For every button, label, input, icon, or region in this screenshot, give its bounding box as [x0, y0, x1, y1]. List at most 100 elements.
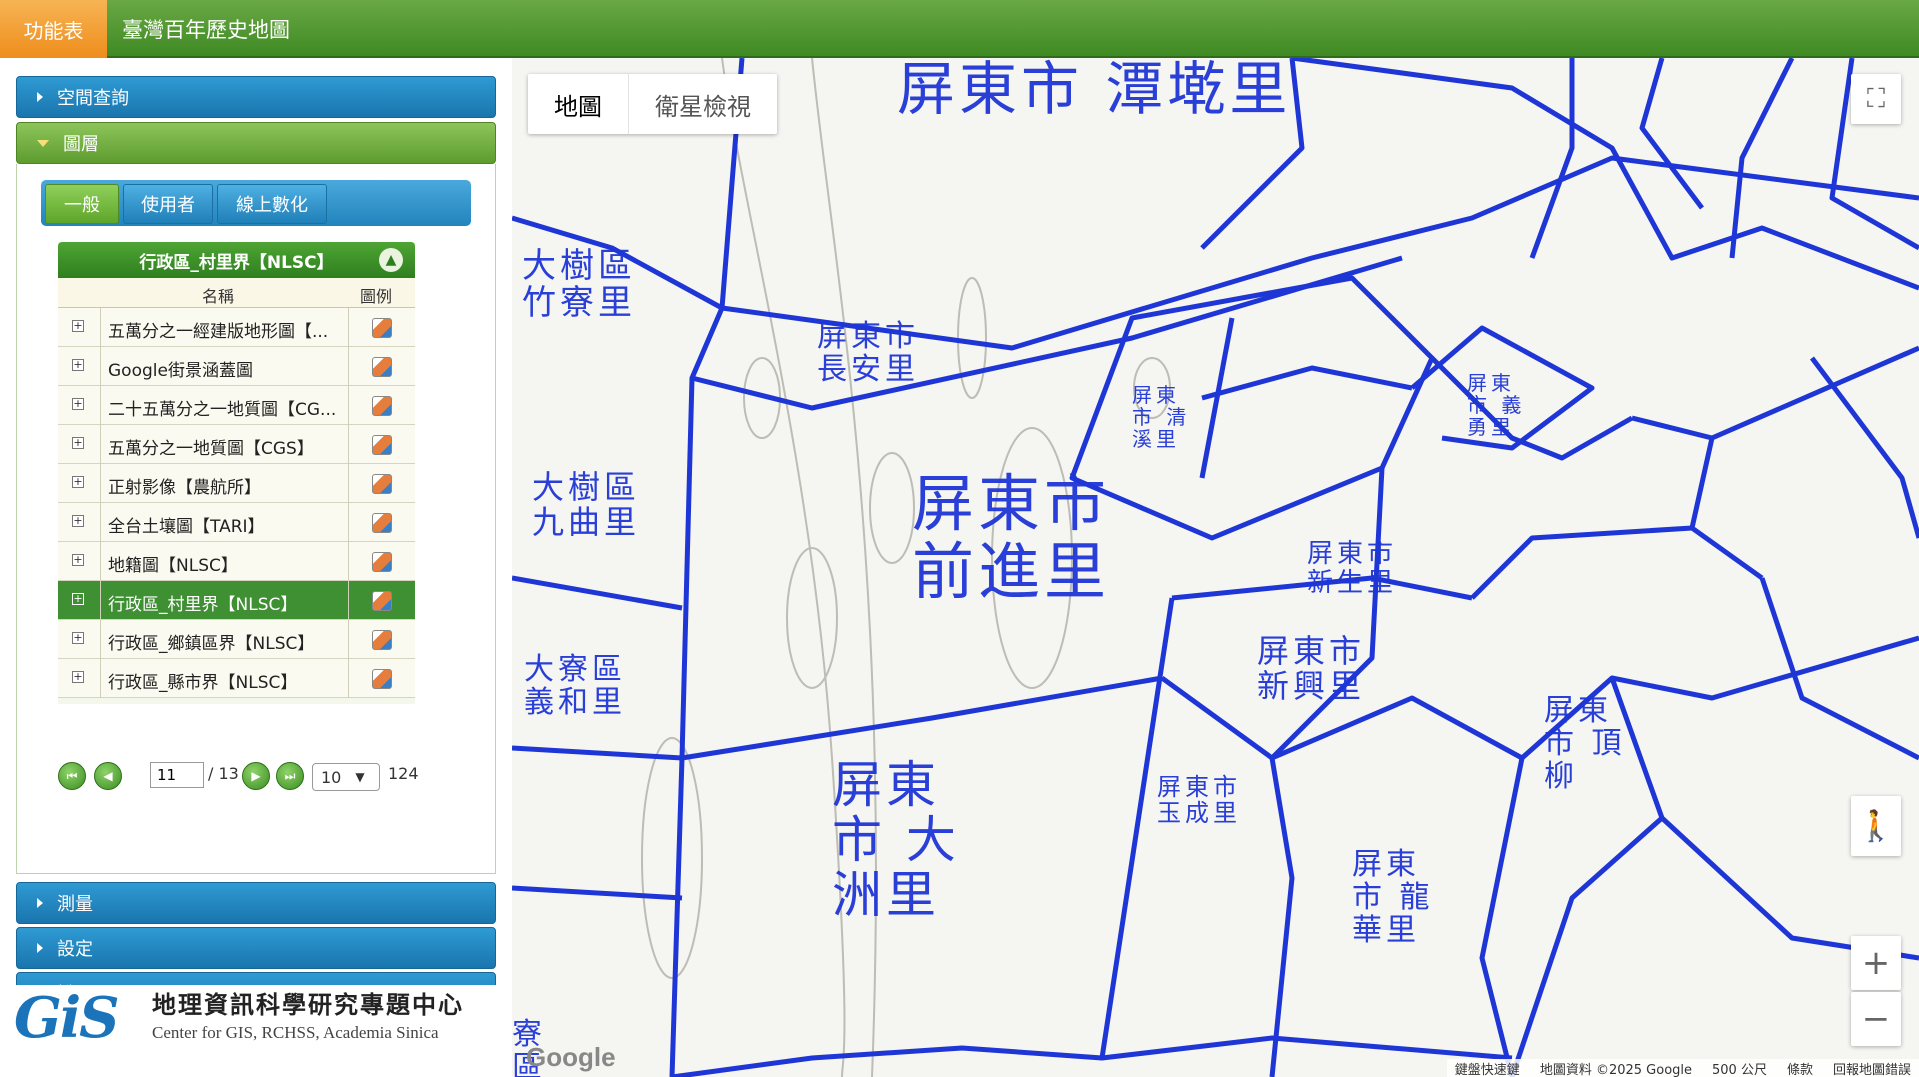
divider: [348, 659, 349, 698]
legend-icon[interactable]: [372, 630, 392, 650]
legend-icon[interactable]: [372, 396, 392, 416]
caret-right-icon: [37, 898, 43, 908]
divider: [100, 386, 101, 425]
map-canvas[interactable]: 地圖 衛星檢視 ⛶ 🚶 + − 屏東市 潭墘里 大樹區 竹寮里 屏東市 長安里 …: [512, 58, 1919, 1077]
legend-icon[interactable]: [372, 357, 392, 377]
divider: [348, 347, 349, 386]
map-type-map[interactable]: 地圖: [528, 74, 628, 134]
map-label: 屏東市 新生里: [1307, 539, 1398, 598]
expand-icon[interactable]: +: [72, 671, 84, 683]
pegman-icon[interactable]: 🚶: [1851, 796, 1901, 856]
layer-name: 行政區_村里界【NLSC】: [108, 595, 298, 615]
divider: [348, 542, 349, 581]
legend-icon[interactable]: [372, 435, 392, 455]
accordion-measure[interactable]: 測量: [16, 882, 496, 924]
layer-name: 五萬分之一經建版地形圖【...: [108, 322, 329, 342]
layer-row[interactable]: + 五萬分之一地質圖【CGS】: [58, 425, 415, 464]
last-page-icon[interactable]: ⏭: [276, 762, 304, 790]
map-label: 屏東市 龍華里: [1352, 847, 1434, 948]
fullscreen-icon[interactable]: ⛶: [1851, 74, 1901, 124]
collapse-icon[interactable]: ▲: [379, 248, 403, 272]
expand-icon[interactable]: +: [72, 554, 84, 566]
map-label: 屏東市 前進里: [912, 467, 1111, 609]
tab-user[interactable]: 使用者: [123, 184, 213, 224]
zoom-out-icon[interactable]: −: [1851, 992, 1901, 1046]
page-size-select[interactable]: 10 ▼: [312, 763, 380, 791]
total-pages: / 13: [208, 764, 239, 783]
map-label: 屏東市 清溪里: [1132, 383, 1191, 451]
layer-row[interactable]: + 二十五萬分之一地質圖【CG...: [58, 386, 415, 425]
menu-button[interactable]: 功能表: [0, 0, 107, 58]
legend-icon[interactable]: [372, 591, 392, 611]
legend-icon[interactable]: [372, 669, 392, 689]
map-label: 大樹區 竹寮里: [522, 246, 636, 324]
map-label: 屏東市 玉成里: [1157, 773, 1241, 828]
map-attribution: 鍵盤快速鍵 地圖資料 ©2025 Google 500 公尺 條款 回報地圖錯誤: [1446, 1059, 1919, 1077]
page-input[interactable]: [150, 762, 204, 788]
layer-row[interactable]: + 行政區_鄉鎮區界【NLSC】: [58, 620, 415, 659]
legend-icon[interactable]: [372, 552, 392, 572]
layer-table: 行政區_村里界【NLSC】 ▲ 名稱 圖例 + 五萬分之一經建版地形圖【... + G…: [58, 242, 415, 704]
accordion-settings[interactable]: 設定: [16, 927, 496, 969]
map-data-text: 地圖資料 ©2025 Google: [1539, 1062, 1693, 1077]
accordion-label: 測量: [57, 894, 93, 915]
divider: [348, 620, 349, 659]
legend-icon[interactable]: [372, 474, 392, 494]
legend-icon[interactable]: [372, 318, 392, 338]
tab-general[interactable]: 一般: [45, 184, 119, 224]
top-bar: 功能表 臺灣百年歷史地圖: [0, 0, 1919, 58]
total-count: 124: [388, 764, 419, 783]
divider: [100, 425, 101, 464]
accordion-spatial-query[interactable]: 空間查詢: [16, 76, 496, 118]
divider: [348, 464, 349, 503]
layer-row[interactable]: + 五萬分之一經建版地形圖【...: [58, 308, 415, 347]
expand-icon[interactable]: +: [72, 320, 84, 332]
prev-page-icon[interactable]: ◀: [94, 762, 122, 790]
layer-row[interactable]: + 地籍圖【NLSC】: [58, 542, 415, 581]
layer-row[interactable]: + 行政區_村里界【NLSC】: [58, 581, 415, 620]
scale-bar[interactable]: 500 公尺: [1712, 1059, 1767, 1077]
keyboard-shortcuts-link[interactable]: 鍵盤快速鍵: [1455, 1059, 1520, 1077]
map-boundaries: [512, 58, 1919, 1077]
gis-logo-mark: GiS: [14, 985, 120, 1051]
report-error-link[interactable]: 回報地圖錯誤: [1833, 1059, 1911, 1077]
col-legend-header: 圖例: [360, 287, 393, 306]
expand-icon[interactable]: +: [72, 437, 84, 449]
gis-logo-chinese: 地理資訊科學研究專題中心: [152, 990, 464, 1019]
expand-icon[interactable]: +: [72, 515, 84, 527]
map-label: 屏東市 大洲里: [832, 756, 960, 924]
gis-logo-english: Center for GIS, RCHSS, Academia Sinica: [152, 1023, 439, 1042]
pager: ⏮ ◀ / 13 ▶ ⏭ 10 ▼ 124: [58, 756, 419, 796]
expand-icon[interactable]: +: [72, 359, 84, 371]
tab-online-digitize[interactable]: 線上數化: [217, 184, 327, 224]
layer-table-title-text: 行政區_村里界【NLSC】: [139, 252, 334, 273]
next-page-icon[interactable]: ▶: [242, 762, 270, 790]
expand-icon[interactable]: +: [72, 476, 84, 488]
divider: [100, 347, 101, 386]
expand-icon[interactable]: +: [72, 632, 84, 644]
map-type-satellite[interactable]: 衛星檢視: [628, 74, 777, 134]
layer-row[interactable]: + Google街景涵蓋圖: [58, 347, 415, 386]
legend-icon[interactable]: [372, 513, 392, 533]
divider: [348, 503, 349, 542]
layer-name: 行政區_鄉鎮區界【NLSC】: [108, 634, 315, 654]
sidebar: 空間查詢 圖層 一般 使用者 線上數化 行政區_村里界【NLSC】 ▲ 名稱 圖…: [0, 58, 512, 1077]
divider: [348, 581, 349, 620]
layer-row[interactable]: + 行政區_縣市界【NLSC】: [58, 659, 415, 698]
accordion-layers[interactable]: 圖層: [16, 122, 496, 164]
accordion-label: 設定: [57, 939, 93, 960]
expand-icon[interactable]: +: [72, 593, 84, 605]
layer-row[interactable]: + 正射影像【農航所】: [58, 464, 415, 503]
layer-row[interactable]: + 全台土壤圖【TARI】: [58, 503, 415, 542]
terms-link[interactable]: 條款: [1787, 1059, 1813, 1077]
first-page-icon[interactable]: ⏮: [58, 762, 86, 790]
col-name-header: 名稱: [202, 287, 235, 306]
expand-icon[interactable]: +: [72, 398, 84, 410]
app-title: 臺灣百年歷史地圖: [122, 18, 290, 42]
accordion-label: 空間查詢: [57, 88, 129, 109]
page-size-value: 10: [321, 767, 342, 787]
divider: [100, 464, 101, 503]
map-label: 屏東市 潭墘里: [897, 58, 1292, 123]
zoom-in-icon[interactable]: +: [1851, 936, 1901, 990]
chevron-down-icon: ▼: [355, 770, 365, 784]
